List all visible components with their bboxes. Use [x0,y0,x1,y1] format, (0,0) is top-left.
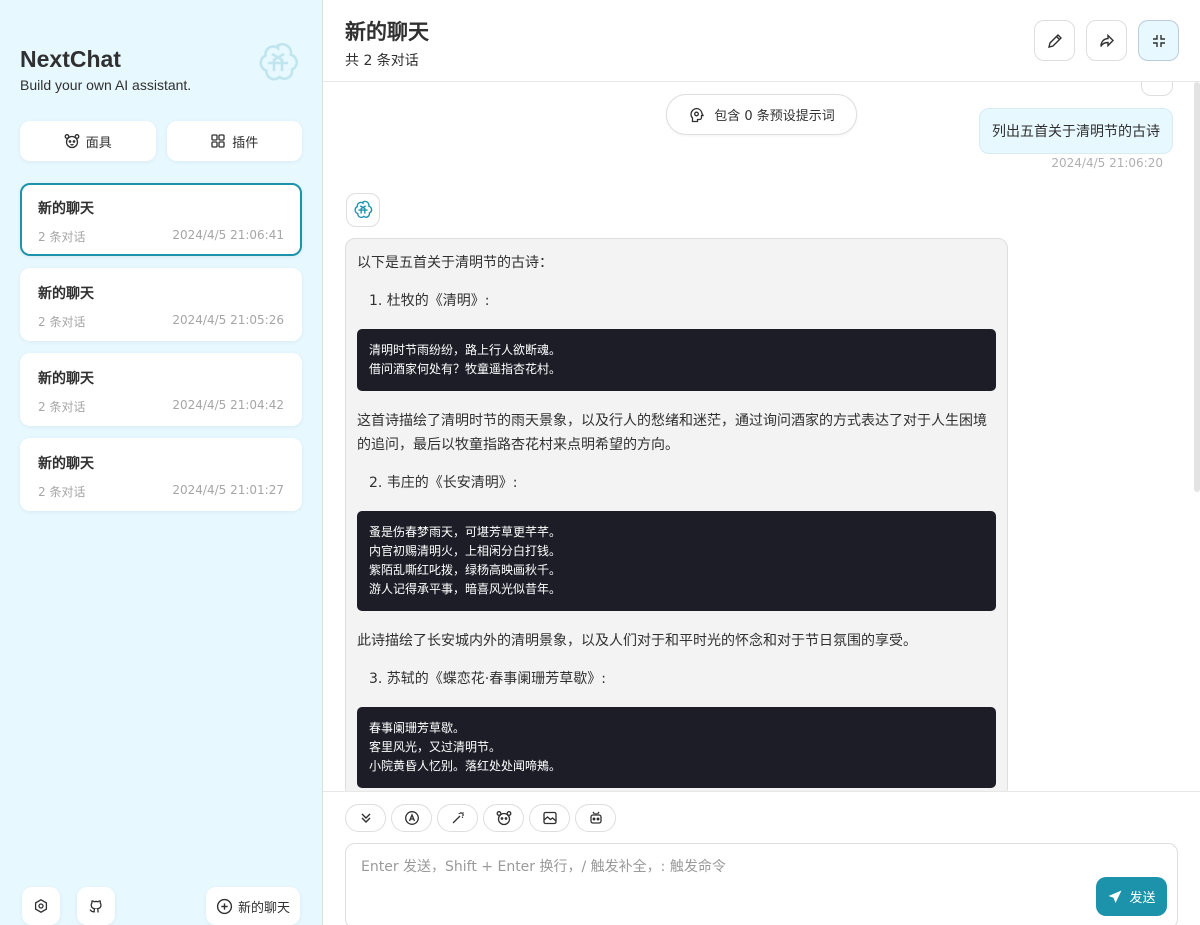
chat-list: 新的聊天 2 条对话 2024/4/5 21:06:41 新的聊天 2 条对话 … [20,183,302,511]
grid-icon [211,134,225,148]
code-block: 清明时节雨纷纷，路上行人欲断魂。 借问酒家何处有？牧童遥指杏花村。 [357,329,996,391]
mask-icon [64,134,80,149]
image-icon [542,811,557,825]
chat-item-count: 2 条对话 [38,315,86,329]
brain-icon [690,107,705,122]
chat-input[interactable] [361,856,1162,886]
chat-item-title: 新的聊天 [38,371,94,387]
share-button[interactable] [1086,20,1127,61]
sidebar-buttons: 面具 插件 [20,121,302,161]
bot-intro: 以下是五首关于清明节的古诗： [357,255,553,271]
new-chat-label: 新的聊天 [237,900,290,916]
main-chat: 新的聊天 共 2 条对话 包含 0 条预设提示词 列出五首关于清明节的古诗 20… [323,0,1200,925]
chat-item-title: 新的聊天 [38,201,94,217]
chat-actions [345,804,616,832]
magic-wand-icon [452,812,464,824]
chat-item[interactable]: 新的聊天 2 条对话 2024/4/5 21:06:41 [20,183,302,256]
image-button[interactable] [529,804,570,832]
list-item: 3. 苏轼的《蝶恋花·春事阑珊芳草歇》: [369,671,606,687]
mask-button-label: 面具 [85,135,112,151]
chat-item-title: 新的聊天 [38,286,94,302]
openai-icon [354,200,373,219]
user-message-date: 2024/4/5 21:06:20 [1051,156,1163,170]
add-circle-icon [216,898,233,914]
sidebar: NextChat Build your own AI assistant. 面具 [0,0,323,925]
plugin-button[interactable]: 插件 [166,121,302,161]
mask-action-button[interactable] [483,804,524,832]
chat-item-date: 2024/4/5 21:04:42 [172,398,284,412]
chat-item-count: 2 条对话 [38,230,86,244]
scroll-bottom-button[interactable] [345,804,386,832]
list-item: 1. 杜牧的《清明》: [369,293,490,309]
send-icon [1108,890,1122,903]
robot-button[interactable] [575,804,616,832]
chat-input-box: 发送 [345,843,1178,925]
mask-button[interactable]: 面具 [20,121,156,161]
mask-icon [496,811,511,826]
chat-item-date: 2024/4/5 21:06:41 [172,228,284,242]
send-button-label: 发送 [1129,891,1156,906]
code-block: 蚤是伤春梦雨天，可堪芳草更芊芊。 内官初赐清明火，上相闲分白打钱。 紫陌乱嘶红叱… [357,511,996,611]
bot-message: 以下是五首关于清明节的古诗： 1. 杜牧的《清明》: 清明时节雨纷纷，路上行人欲… [345,238,1008,791]
robot-icon [589,811,602,824]
chat-item[interactable]: 新的聊天 2 条对话 2024/4/5 21:05:26 [20,268,302,341]
settings-button[interactable] [22,887,60,925]
pencil-icon [1047,33,1062,48]
scrollbar[interactable] [1194,82,1200,492]
prompt-button[interactable] [437,804,478,832]
list-item: 2. 韦庄的《长安清明》: [369,475,518,491]
sidebar-footer: 新的聊天 [22,887,300,925]
code-block: 春事阑珊芳草歇。 客里风光，又过清明节。 小院黄昏人忆别。落红处处闻啼鴂。 [357,707,996,788]
plugin-button-label: 插件 [232,135,259,151]
chat-item-count: 2 条对话 [38,485,86,499]
double-chevron-down-icon [361,813,370,823]
github-icon [89,900,102,913]
preset-prompts-toggle[interactable]: 包含 0 条预设提示词 [666,94,857,135]
share-icon [1099,33,1114,47]
chat-item-date: 2024/4/5 21:01:27 [172,483,284,497]
chatgpt-logo-icon [259,42,299,81]
user-message: 列出五首关于清明节的古诗 [979,108,1173,154]
user-avatar [1141,82,1173,96]
minimize-icon [1152,34,1165,47]
chat-item[interactable]: 新的聊天 2 条对话 2024/4/5 21:01:27 [20,438,302,511]
fullscreen-button[interactable] [1138,20,1179,61]
bot-avatar [346,193,380,227]
message-list: 包含 0 条预设提示词 列出五首关于清明节的古诗 2024/4/5 21:06:… [323,82,1200,791]
app: NextChat Build your own AI assistant. 面具 [0,0,1200,925]
github-button[interactable] [77,887,115,925]
bot-paragraph: 此诗描绘了长安城内外的清明景象，以及人们对于和平时光的怀念和对于节日氛围的享受。 [357,633,917,649]
chat-item-count: 2 条对话 [38,400,86,414]
robot-a-icon [404,811,419,825]
bot-paragraph: 这首诗描绘了清明时节的雨天景象，以及行人的愁绪和迷茫，通过询问酒家的方式表达了对… [357,413,987,453]
model-button[interactable] [391,804,432,832]
settings-icon [34,899,48,913]
new-chat-button[interactable]: 新的聊天 [205,887,300,925]
chat-item-date: 2024/4/5 21:05:26 [172,313,284,327]
preset-prompts-label: 包含 0 条预设提示词 [714,109,835,124]
chat-header: 新的聊天 共 2 条对话 [323,0,1200,82]
chat-item-title: 新的聊天 [38,456,94,472]
edit-button[interactable] [1034,20,1075,61]
input-panel: 发送 [323,791,1200,925]
send-button[interactable]: 发送 [1096,877,1167,916]
chat-item[interactable]: 新的聊天 2 条对话 2024/4/5 21:04:42 [20,353,302,426]
